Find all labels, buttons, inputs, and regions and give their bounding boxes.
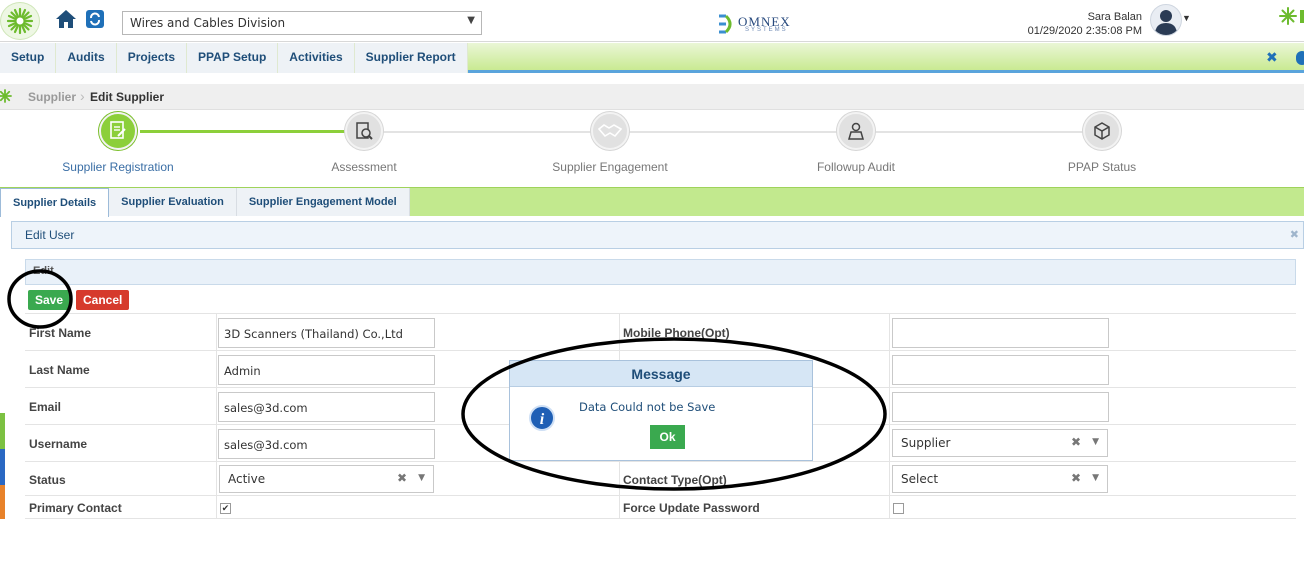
workflow-stepper: Supplier Registration Assessment Supplie…	[0, 110, 1304, 187]
top-bar: Wires and Cables Division ▼ OMNEX SYSTEM…	[0, 0, 1304, 42]
step-ppap-status[interactable]: PPAP Status	[1022, 112, 1182, 174]
info-circle-icon[interactable]	[1296, 51, 1304, 65]
first-name-field[interactable]: 3D Scanners (Thailand) Co.,Ltd	[218, 318, 435, 348]
nav-projects[interactable]: Projects	[116, 43, 188, 73]
form-row: Primary Contact ✔ Force Update Password	[25, 495, 1296, 519]
edit-section-header: Edit	[25, 259, 1296, 285]
step-supplier-engagement[interactable]: Supplier Engagement	[530, 112, 690, 174]
contact-type-label: Contact Type(Opt)	[623, 473, 727, 487]
role-select[interactable]: Supplier ✖ ▼	[892, 429, 1108, 457]
force-update-password-label: Force Update Password	[623, 501, 760, 515]
save-button[interactable]: Save	[28, 290, 71, 310]
registration-icon	[99, 112, 137, 150]
tab-supplier-engagement-model[interactable]: Supplier Engagement Model	[236, 188, 410, 216]
dialog-message: Data Could not be Save	[579, 400, 716, 414]
side-strip-orange	[0, 485, 5, 519]
assessment-icon	[345, 112, 383, 150]
first-name-label: First Name	[29, 326, 92, 340]
flower-small-icon	[1279, 6, 1304, 31]
cancel-button[interactable]: Cancel	[76, 290, 130, 310]
step-label: Supplier Registration	[62, 160, 174, 174]
cube-icon	[1083, 112, 1121, 150]
main-nav: Setup Audits Projects PPAP Setup Activit…	[0, 43, 1304, 73]
edit-user-header: Edit User ✖	[11, 221, 1304, 249]
mobile-phone-field[interactable]	[892, 318, 1109, 348]
handshake-icon	[591, 112, 629, 150]
section-title: Edit	[33, 265, 54, 277]
mobile-phone-label: Mobile Phone(Opt)	[623, 326, 730, 340]
brand-logo: OMNEX SYSTEMS	[712, 10, 816, 38]
last-name-field[interactable]: Admin	[218, 355, 435, 385]
right-field-3[interactable]	[892, 392, 1109, 422]
side-strip-blue	[0, 449, 5, 485]
chevron-down-icon[interactable]: ▼	[1092, 437, 1099, 447]
breadcrumb: Supplier › Edit Supplier	[0, 84, 1304, 110]
refresh-icon[interactable]	[83, 7, 107, 31]
email-label: Email	[29, 400, 62, 414]
nav-supplier-report[interactable]: Supplier Report	[354, 43, 468, 73]
division-select[interactable]: Wires and Cables Division ▼	[122, 11, 482, 35]
followup-audit-icon	[837, 112, 875, 150]
contact-type-value: Select	[901, 472, 939, 486]
panel-title: Edit User	[25, 228, 75, 242]
current-datetime: 01/29/2020 2:35:08 PM	[1027, 25, 1142, 37]
primary-contact-checkbox[interactable]: ✔	[220, 503, 231, 514]
clear-icon[interactable]: ✖	[397, 471, 407, 485]
status-label: Status	[29, 473, 66, 487]
chevron-down-icon: ▼	[467, 15, 475, 26]
step-assessment[interactable]: Assessment	[284, 112, 444, 174]
status-select-value: Active	[228, 472, 266, 486]
home-icon[interactable]	[54, 7, 78, 31]
step-followup-audit[interactable]: Followup Audit	[776, 112, 936, 174]
nav-audits[interactable]: Audits	[56, 43, 117, 73]
ok-button[interactable]: Ok	[650, 425, 685, 449]
message-dialog: Message i Data Could not be Save Ok	[509, 360, 813, 461]
clear-icon[interactable]: ✖	[1071, 471, 1081, 485]
flower-breadcrumb-icon	[0, 89, 12, 106]
clear-icon[interactable]: ✖	[1071, 435, 1081, 449]
status-select[interactable]: Active ✖ ▼	[219, 465, 434, 493]
nav-setup[interactable]: Setup	[0, 43, 57, 73]
tab-supplier-evaluation[interactable]: Supplier Evaluation	[109, 188, 237, 216]
form-row: First Name 3D Scanners (Thailand) Co.,Lt…	[25, 313, 1296, 350]
pin-icon[interactable]: ✖	[1266, 49, 1278, 66]
last-name-label: Last Name	[29, 363, 90, 377]
dialog-title: Message	[510, 361, 812, 387]
breadcrumb-separator-icon: ›	[80, 88, 85, 104]
side-strip-green	[0, 413, 5, 449]
form-row: Status Active ✖ ▼ Contact Type(Opt) Sele…	[25, 461, 1296, 495]
omnex-mark-icon	[719, 14, 732, 34]
app-logo[interactable]	[0, 2, 40, 40]
user-menu-caret-icon[interactable]: ▼	[1182, 13, 1191, 23]
email-field[interactable]: sales@3d.com	[218, 392, 435, 422]
step-label: Assessment	[331, 160, 397, 174]
division-select-value: Wires and Cables Division	[130, 16, 286, 30]
step-label: Followup Audit	[816, 160, 896, 174]
info-icon: i	[529, 405, 555, 431]
step-label: PPAP Status	[1067, 160, 1137, 174]
chevron-down-icon[interactable]: ▼	[1092, 473, 1099, 483]
nav-activities[interactable]: Activities	[278, 43, 355, 73]
primary-contact-label: Primary Contact	[29, 501, 122, 515]
user-name: Sara Balan	[1087, 11, 1142, 23]
chevron-down-icon[interactable]: ▼	[418, 473, 425, 483]
breadcrumb-supplier-link[interactable]: Supplier	[28, 90, 76, 104]
contact-type-select[interactable]: Select ✖ ▼	[892, 465, 1108, 493]
nav-ppap-setup[interactable]: PPAP Setup	[187, 43, 279, 73]
flower-logo-icon	[6, 7, 34, 35]
username-label: Username	[29, 437, 88, 451]
right-field-2[interactable]	[892, 355, 1109, 385]
supplier-tabs: Supplier Details Supplier Evaluation Sup…	[0, 187, 1304, 217]
step-supplier-registration[interactable]: Supplier Registration	[38, 112, 198, 174]
step-label: Supplier Engagement	[552, 160, 668, 174]
close-icon[interactable]: ✖	[1290, 228, 1299, 241]
user-avatar-icon[interactable]	[1150, 4, 1182, 36]
brand-subtitle: SYSTEMS	[745, 27, 788, 33]
username-field[interactable]: sales@3d.com	[218, 429, 435, 459]
role-select-value: Supplier	[901, 436, 951, 450]
tab-supplier-details[interactable]: Supplier Details	[0, 188, 110, 217]
breadcrumb-current: Edit Supplier	[90, 90, 165, 104]
force-update-password-checkbox[interactable]	[893, 503, 904, 514]
